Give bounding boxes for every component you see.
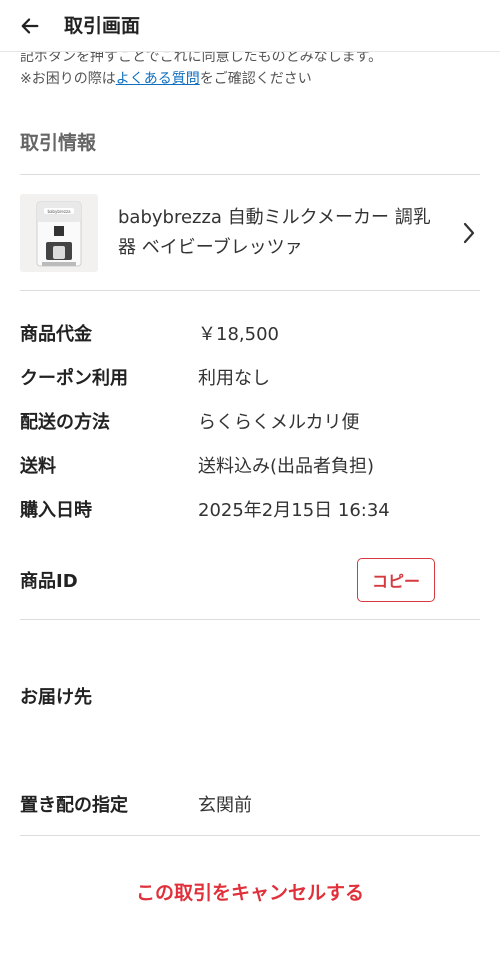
delivery-address-title: お届け先 (20, 687, 92, 708)
copy-button[interactable]: コピー (357, 558, 435, 602)
purchase-date-value: 2025年2月15日 16:34 (198, 500, 390, 521)
delivery-address-row: お届け先 (20, 682, 480, 710)
arrow-left-icon (21, 18, 39, 34)
shipping-fee-value: 送料込み(出品者負担) (198, 456, 375, 477)
coupon-value: 利用なし (198, 368, 270, 389)
shipping-fee-row: 送料 送料込み(出品者負担) (20, 451, 480, 479)
purchase-date-label: 購入日時 (20, 500, 92, 521)
product-name: babybrezza 自動ミルクメーカー 調乳器 ベイビーブレッツァ (118, 207, 431, 258)
divider (20, 619, 480, 620)
back-button[interactable] (14, 10, 46, 42)
notice-prefix: ※お困りの際は (20, 71, 116, 87)
thumb-brand-label: babybrezza (47, 209, 71, 214)
help-notice: ※お困りの際はよくある質問をご確認ください (20, 68, 312, 90)
product-id-label: 商品ID (20, 571, 78, 592)
faq-link[interactable]: よくある質問 (116, 71, 200, 87)
cancel-transaction-button[interactable]: この取引をキャンセルする (0, 878, 500, 905)
shipping-method-row: 配送の方法 らくらくメルカリ便 (20, 407, 480, 435)
shipping-fee-label: 送料 (20, 456, 56, 477)
price-value: ￥18,500 (198, 324, 279, 345)
milk-maker-image: babybrezza (36, 201, 82, 267)
price-row: 商品代金 ￥18,500 (20, 319, 480, 347)
price-label: 商品代金 (20, 324, 92, 345)
divider (20, 835, 480, 836)
coupon-label: クーポン利用 (20, 368, 128, 389)
section-title-transaction-info: 取引情報 (20, 132, 97, 154)
app-header: 取引画面 (0, 0, 500, 52)
drop-off-row: 置き配の指定 玄関前 (20, 790, 480, 818)
product-item[interactable]: babybrezza babybrezza 自動ミルクメーカー 調乳器 ベイビー… (20, 176, 480, 290)
notice-suffix: をご確認ください (199, 71, 312, 87)
drop-off-value: 玄関前 (198, 795, 252, 816)
product-thumbnail: babybrezza (20, 194, 98, 272)
divider (20, 290, 480, 291)
shipping-method-label: 配送の方法 (20, 412, 110, 433)
purchase-date-row: 購入日時 2025年2月15日 16:34 (20, 495, 480, 523)
chevron-right-icon (462, 221, 476, 249)
page-title: 取引画面 (64, 15, 141, 37)
divider (20, 174, 480, 175)
drop-off-label: 置き配の指定 (20, 795, 128, 816)
shipping-method-value: らくらくメルカリ便 (198, 412, 360, 433)
coupon-row: クーポン利用 利用なし (20, 363, 480, 391)
